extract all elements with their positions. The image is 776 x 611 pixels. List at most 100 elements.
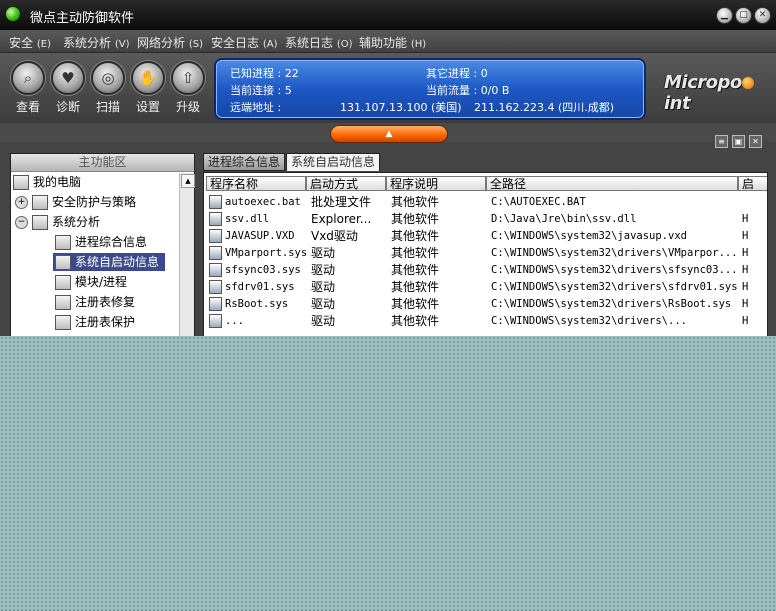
process-icon	[55, 235, 71, 250]
micropoint-logo: Micropoint	[664, 72, 776, 114]
target-icon: ◎	[91, 61, 125, 95]
cell-path: D:\Java\Jre\bin\ssv.dll	[491, 211, 636, 228]
cell-text: H	[742, 281, 749, 293]
tree-item-security-policy[interactable]: + 安全防护与策略	[15, 193, 136, 211]
tree-label: 系统自启动信息	[75, 255, 160, 269]
cell-text: 其他软件	[391, 280, 440, 294]
minimize-button[interactable]: ▁	[716, 7, 733, 24]
cell-text: H	[742, 298, 749, 310]
file-icon	[209, 229, 222, 243]
col-program-name[interactable]: 程序名称	[206, 176, 306, 191]
cell-path: C:\WINDOWS\system32\drivers\VMparpor...	[491, 245, 738, 262]
file-icon	[209, 195, 222, 209]
cell-desc: 其他软件	[391, 296, 439, 313]
menu-network-analysis[interactable]: 网络分析 (S)	[137, 34, 203, 51]
cell-text: Vxd驱动	[311, 229, 358, 243]
main-function-header: 主功能区	[11, 154, 194, 172]
status-info-panel: 已知进程 : 22 其它进程 : 0 当前连接 : 5 当前流量 : 0/0 B…	[214, 58, 646, 120]
cell-desc: 其他软件	[391, 279, 439, 296]
menu-bar: 安全 (E) 系统分析 (V) 网络分析 (S) 安全日志 (A) 系统日志 (…	[0, 30, 776, 53]
cell-name: autoexec.bat	[206, 194, 301, 211]
panel-close-icon[interactable]: ✕	[749, 135, 762, 148]
tree-scrollbar[interactable]: ▲	[179, 173, 195, 336]
cell-text: C:\AUTOEXEC.BAT	[491, 196, 586, 208]
cell-start: 驱动	[311, 279, 335, 296]
panel-list-icon[interactable]: ≡	[715, 135, 728, 148]
menu-security[interactable]: 安全 (E)	[9, 34, 51, 51]
cell-text: sfsync03.sys	[225, 264, 301, 276]
remote-address-2: 211.162.223.4 (四川.成都)	[474, 101, 615, 114]
logo-text-start: Micropo	[664, 72, 742, 93]
main-window: 微点主动防御软件 ▁ ▢ ✕ 安全 (E) 系统分析 (V) 网络分析 (S) …	[0, 0, 776, 336]
cell-desc: 其他软件	[391, 211, 439, 228]
cell-name: ...	[206, 313, 244, 330]
tab-startup-info[interactable]: 系统自启动信息	[286, 153, 381, 171]
col-description[interactable]: 程序说明	[386, 176, 486, 191]
tree-item-process-info[interactable]: 进程综合信息	[55, 233, 147, 251]
registry-protect-icon	[55, 315, 71, 330]
cell-text: ...	[225, 315, 244, 327]
logo-dot-icon	[741, 77, 754, 89]
view-button[interactable]: ⌕ 查看	[8, 61, 48, 119]
current-traffic: 当前流量 : 0/0 B	[426, 84, 510, 97]
settings-label: 设置	[135, 100, 160, 114]
tree-item-registry-repair[interactable]: 注册表修复	[55, 293, 135, 311]
scroll-up-icon[interactable]: ▲	[181, 174, 195, 188]
file-icon	[209, 212, 222, 226]
collapse-panel-button[interactable]: ▲	[330, 125, 448, 143]
tree-item-my-computer[interactable]: 我的电脑	[13, 173, 81, 191]
menu-system-log[interactable]: 系统日志 (O)	[285, 34, 353, 51]
menu-tools[interactable]: 辅助功能 (H)	[359, 34, 426, 51]
tab-process-info[interactable]: 进程综合信息	[203, 153, 286, 171]
cell-text: C:\WINDOWS\system32\drivers\RsBoot.sys	[491, 298, 732, 310]
cell-text: H	[742, 264, 749, 276]
tree-label: 注册表修复	[75, 295, 136, 309]
collapse-icon[interactable]: −	[15, 216, 28, 229]
cell-text: D:\Java\Jre\bin\ssv.dll	[491, 213, 637, 225]
cell-name: RsBoot.sys	[206, 296, 288, 313]
shield-icon	[32, 195, 48, 210]
cell-text: ssv.dll	[225, 213, 270, 225]
registry-icon	[55, 295, 71, 310]
tree-item-modules[interactable]: 模块/进程	[55, 273, 127, 291]
upgrade-button[interactable]: ⇧ 升级	[168, 61, 208, 119]
cell-desc: 其他软件	[391, 245, 439, 262]
tree-label: 安全防护与策略	[52, 195, 137, 209]
file-icon	[209, 314, 222, 328]
cell-desc: 其他软件	[391, 313, 439, 330]
cell-extra: H	[742, 262, 748, 279]
tree-item-registry-protect[interactable]: 注册表保护	[55, 313, 135, 331]
cell-text: 其他软件	[391, 246, 440, 260]
heart-icon: ♥	[51, 61, 85, 95]
cell-desc: 其他软件	[391, 262, 439, 279]
restore-button[interactable]: ▢	[735, 7, 752, 24]
cell-text: 驱动	[311, 280, 336, 294]
menu-system-analysis[interactable]: 系统分析 (V)	[63, 34, 130, 51]
settings-button[interactable]: ✋ 设置	[128, 61, 168, 119]
diagnose-button[interactable]: ♥ 诊断	[48, 61, 88, 119]
scan-button[interactable]: ◎ 扫描	[88, 61, 128, 119]
folder-icon	[32, 215, 48, 230]
col-start-method[interactable]: 启动方式	[306, 176, 386, 191]
expand-icon[interactable]: +	[15, 196, 28, 209]
cell-text: C:\WINDOWS\system32\drivers\...	[491, 315, 687, 327]
col-full-path[interactable]: 全路径	[486, 176, 738, 191]
cell-extra: H	[742, 313, 748, 330]
menu-security-log[interactable]: 安全日志 (A)	[211, 34, 278, 51]
col-extra[interactable]: 启	[738, 176, 767, 191]
cell-extra: H	[742, 228, 748, 245]
cell-text: 其他软件	[391, 212, 440, 226]
cell-text: 批处理文件	[311, 195, 372, 209]
hand-icon: ✋	[131, 61, 165, 95]
cell-text: H	[742, 247, 749, 259]
cell-extra: H	[742, 279, 748, 296]
cell-start: Explorer...	[311, 211, 371, 228]
cell-text: C:\WINDOWS\system32\drivers\sfsync03...	[491, 264, 738, 276]
close-button[interactable]: ✕	[754, 7, 771, 24]
tree-item-system-analysis[interactable]: − 系统分析	[15, 213, 100, 231]
tree-item-startup-info[interactable]: 系统自启动信息	[53, 253, 166, 271]
tree-label: 注册表保护	[75, 315, 136, 329]
cell-desc: 其他软件	[391, 194, 439, 211]
panel-window-icon[interactable]: ▣	[732, 135, 745, 148]
tree-label: 模块/进程	[75, 275, 128, 289]
